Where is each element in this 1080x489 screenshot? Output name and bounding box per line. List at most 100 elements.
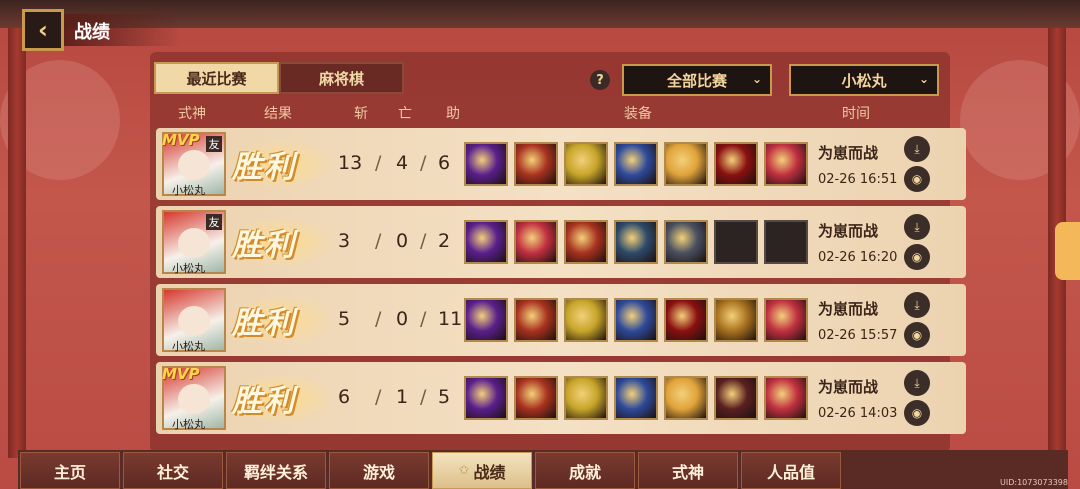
equipment-item-icon[interactable]: [464, 220, 508, 264]
mvp-badge: MVP: [162, 131, 200, 149]
player-value: 小松丸: [841, 71, 887, 90]
assists-value: 2: [438, 230, 451, 252]
replay-icon[interactable]: ◉: [904, 244, 930, 270]
tab-recent-matches[interactable]: 最近比赛: [154, 62, 279, 94]
equipment-item-icon[interactable]: [764, 142, 808, 186]
player-dropdown[interactable]: 小松丸 ⌄: [789, 64, 939, 96]
assists-value: 6: [438, 152, 451, 174]
tab-mahjong-chess[interactable]: 麻将棋: [279, 62, 404, 94]
match-row[interactable]: 小松丸 胜利 5 / 0 / 11 为崽而战 02-26 15:57 ⤓ ◉: [156, 284, 966, 356]
equipment-item-icon[interactable]: [714, 142, 758, 186]
mvp-badge: MVP: [162, 365, 200, 383]
nav-item[interactable]: 人品值: [741, 452, 841, 489]
deaths-value: 4: [396, 152, 409, 174]
match-row[interactable]: 小松丸 友 胜利 3 / 0 / 2 为崽而战 02-26 16:20 ⤓ ◉: [156, 206, 966, 278]
deaths-value: 0: [396, 230, 409, 252]
kda-separator: /: [420, 386, 427, 408]
download-icon[interactable]: ⤓: [904, 370, 930, 396]
nav-item[interactable]: 成就: [535, 452, 635, 489]
avatar-player-name: 小松丸: [172, 340, 205, 353]
match-row[interactable]: 小松丸 友 MVP 胜利 13 / 4 / 6 为崽而战 02-26 16:51 ⤓ ◉: [156, 128, 966, 200]
replay-icon[interactable]: ◉: [904, 322, 930, 348]
col-shikigami: 式神: [178, 106, 206, 122]
chevron-down-icon: ⌄: [751, 72, 762, 86]
replay-icon[interactable]: ◉: [904, 166, 930, 192]
game-mode: 为崽而战: [818, 222, 879, 240]
kda-separator: /: [375, 152, 382, 174]
download-icon[interactable]: ⤓: [904, 292, 930, 318]
game-mode: 为崽而战: [818, 144, 879, 162]
download-icon[interactable]: ⤓: [904, 136, 930, 162]
match-time: 02-26 14:03: [818, 406, 898, 421]
col-result: 结果: [264, 106, 292, 122]
kda-separator: /: [420, 230, 427, 252]
nav-item-label: 主页: [53, 462, 86, 482]
nav-item-label: 羁绊关系: [243, 462, 308, 482]
side-tab[interactable]: [1055, 222, 1080, 280]
shikigami-avatar: 小松丸 友: [162, 210, 226, 275]
equipment-item-icon[interactable]: [564, 376, 608, 420]
deaths-value: 0: [396, 308, 409, 330]
equipment-item-icon[interactable]: [614, 220, 658, 264]
match-type-dropdown[interactable]: 全部比赛 ⌄: [622, 64, 772, 96]
equipment-item-icon[interactable]: [564, 298, 608, 342]
avatar-face: [178, 150, 210, 180]
equipment-item-icon[interactable]: [614, 142, 658, 186]
equipment-item-icon[interactable]: [564, 220, 608, 264]
friend-badge: 友: [206, 136, 222, 152]
empty-equipment-slot: [764, 220, 808, 264]
equipment-item-icon[interactable]: [514, 220, 558, 264]
equipment-item-icon[interactable]: [764, 298, 808, 342]
nav-item-label: 成就: [568, 462, 601, 482]
left-pillar: [8, 28, 26, 458]
col-deaths: 亡: [398, 106, 412, 122]
nav-item-label: 社交: [156, 462, 189, 482]
back-button[interactable]: ‹: [22, 9, 64, 51]
avatar-player-name: 小松丸: [172, 184, 205, 197]
download-icon[interactable]: ⤓: [904, 214, 930, 240]
nav-item[interactable]: 式神: [638, 452, 738, 489]
equipment-item-icon[interactable]: [664, 142, 708, 186]
equipment-item-icon[interactable]: [464, 142, 508, 186]
result-label: 胜利: [232, 384, 296, 419]
replay-icon[interactable]: ◉: [904, 400, 930, 426]
col-assists: 助: [446, 106, 460, 122]
equipment-item-icon[interactable]: [514, 298, 558, 342]
uid-label: UID:1073073398: [1000, 478, 1068, 487]
kda-separator: /: [420, 152, 427, 174]
nav-item[interactable]: 社交: [123, 452, 223, 489]
equipment-item-icon[interactable]: [564, 142, 608, 186]
equipment-item-icon[interactable]: [714, 376, 758, 420]
equipment-item-icon[interactable]: [664, 298, 708, 342]
nav-item-label: 式神: [671, 462, 704, 482]
nav-item[interactable]: 羁绊关系: [226, 452, 326, 489]
avatar-face: [178, 384, 210, 414]
col-kills: 斩: [354, 106, 368, 122]
nav-item[interactable]: 主页: [20, 452, 120, 489]
kills-value: 6: [338, 386, 351, 408]
avatar-face: [178, 306, 210, 336]
equipment-item-icon[interactable]: [614, 298, 658, 342]
chevron-left-icon: ‹: [38, 16, 48, 44]
equipment-item-icon[interactable]: [664, 376, 708, 420]
col-time: 时间: [842, 106, 870, 122]
equipment-item-icon[interactable]: [614, 376, 658, 420]
nav-item[interactable]: ✩ 战绩: [432, 452, 532, 489]
shikigami-avatar: 小松丸: [162, 288, 226, 353]
match-row[interactable]: 小松丸 MVP 胜利 6 / 1 / 5 为崽而战 02-26 14:03 ⤓ ◉: [156, 362, 966, 434]
equipment-item-icon[interactable]: [514, 376, 558, 420]
nav-item[interactable]: 游戏: [329, 452, 429, 489]
nav-item-label: 人品值: [766, 462, 815, 482]
result-label: 胜利: [232, 306, 296, 341]
equipment-item-icon[interactable]: [664, 220, 708, 264]
equipment-item-icon[interactable]: [764, 376, 808, 420]
avatar-player-name: 小松丸: [172, 262, 205, 275]
kda-separator: /: [375, 386, 382, 408]
equipment-item-icon[interactable]: [464, 376, 508, 420]
equipment-item-icon[interactable]: [714, 298, 758, 342]
help-icon[interactable]: ?: [590, 70, 610, 90]
kda-separator: /: [420, 308, 427, 330]
equipment-item-icon[interactable]: [464, 298, 508, 342]
equipment-item-icon[interactable]: [514, 142, 558, 186]
empty-equipment-slot: [714, 220, 758, 264]
